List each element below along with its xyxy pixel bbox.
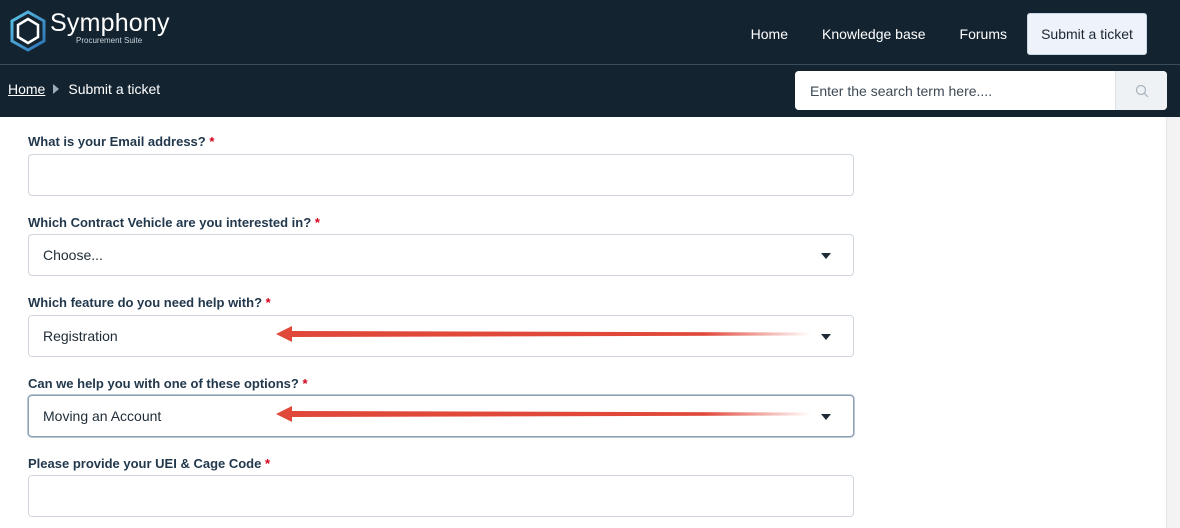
brand-name: Symphony xyxy=(50,9,170,37)
email-field[interactable] xyxy=(28,154,854,196)
brand-tagline: Procurement Suite xyxy=(76,36,143,45)
search-box xyxy=(795,71,1167,110)
red-arrow-icon xyxy=(276,326,811,342)
search-button[interactable] xyxy=(1115,71,1167,110)
required-mark: * xyxy=(302,376,308,391)
feature-value: Registration xyxy=(43,328,118,344)
nav-forums-link[interactable]: Forums xyxy=(960,14,1007,54)
breadcrumb-home-link[interactable]: Home xyxy=(8,81,45,97)
chevron-down-icon xyxy=(821,334,831,340)
search-input[interactable] xyxy=(795,71,1115,110)
nav-home-link[interactable]: Home xyxy=(751,14,788,54)
red-arrow-icon xyxy=(276,406,811,422)
breadcrumb-current: Submit a ticket xyxy=(68,81,161,97)
nav-knowledge-base-link[interactable]: Knowledge base xyxy=(822,14,926,54)
submit-ticket-button[interactable]: Submit a ticket xyxy=(1027,13,1147,55)
page-scrollbar[interactable] xyxy=(1166,117,1180,528)
chevron-down-icon xyxy=(821,414,831,420)
main-nav: Home Knowledge base Forums Submit a tick… xyxy=(751,13,1147,55)
contract-vehicle-label: Which Contract Vehicle are you intereste… xyxy=(28,215,320,230)
search-icon xyxy=(1135,84,1148,97)
required-mark: * xyxy=(265,295,271,310)
uei-cage-code-field[interactable] xyxy=(28,475,854,517)
required-mark: * xyxy=(264,456,271,471)
top-navbar: Symphony Procurement Suite Home Knowledg… xyxy=(0,0,1180,64)
uei-label: Please provide your UEI & Cage Code * xyxy=(28,456,271,471)
feature-label: Which feature do you need help with? * xyxy=(28,295,271,310)
brand-logo[interactable]: Symphony Procurement Suite xyxy=(8,9,170,55)
chevron-down-icon xyxy=(821,253,831,259)
breadcrumb-separator-icon xyxy=(53,84,60,94)
options-value: Moving an Account xyxy=(43,408,162,424)
breadcrumb: Home Submit a ticket xyxy=(8,81,160,97)
hexagon-logo-icon xyxy=(10,10,46,52)
breadcrumb-bar: Home Submit a ticket xyxy=(0,64,1180,117)
contract-vehicle-select[interactable]: Choose... xyxy=(28,234,854,276)
required-mark: * xyxy=(314,215,320,230)
required-mark: * xyxy=(209,134,215,149)
contract-vehicle-value: Choose... xyxy=(43,247,103,263)
email-label: What is your Email address? * xyxy=(28,134,215,149)
options-label: Can we help you with one of these option… xyxy=(28,376,308,391)
